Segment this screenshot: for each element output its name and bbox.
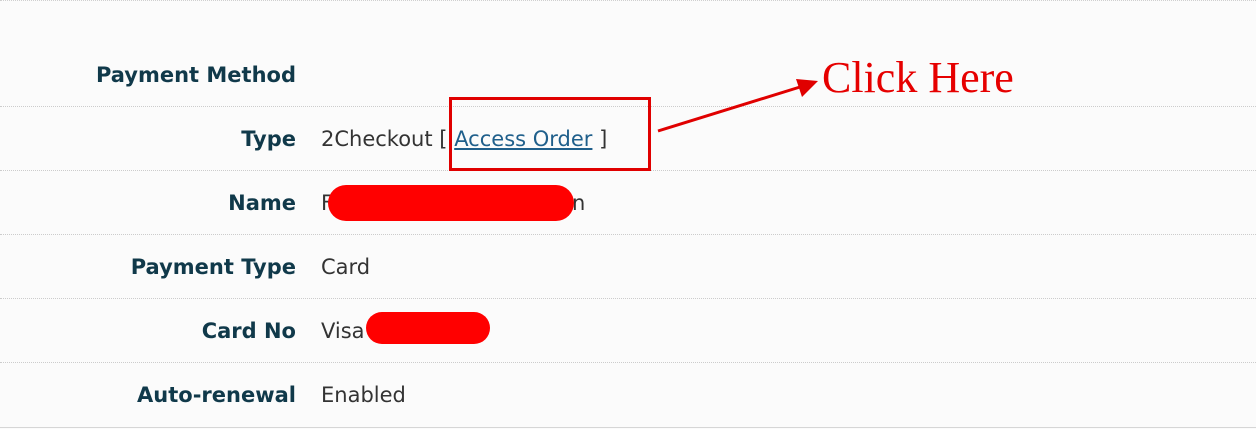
click-here-annotation: Click Here [822, 53, 1014, 102]
auto-renewal-label: Auto-renewal [137, 383, 296, 407]
card-no-label: Card No [201, 319, 296, 343]
payment-type-value: Card [321, 255, 371, 279]
payment-type-label: Payment Type [130, 255, 296, 279]
name-row: Name F n [0, 171, 1256, 235]
type-label: Type [241, 127, 296, 151]
highlight-box [449, 97, 651, 171]
name-redaction-mark [328, 185, 574, 221]
card-no-row: Card No Visa [0, 299, 1256, 363]
auto-renewal-value: Enabled [321, 383, 406, 407]
section-title: Payment Method [95, 63, 296, 87]
card-no-value: Visa [321, 319, 365, 343]
name-label: Name [228, 191, 296, 215]
payment-type-row: Payment Type Card [0, 235, 1256, 299]
payment-method-panel: Payment Method Type 2Checkout [ Access O… [0, 0, 1256, 428]
auto-renewal-row: Auto-renewal Enabled [0, 363, 1256, 427]
bracket-open: [ [439, 127, 448, 151]
card-number-redaction-mark [366, 312, 490, 344]
type-provider: 2Checkout [321, 127, 433, 151]
